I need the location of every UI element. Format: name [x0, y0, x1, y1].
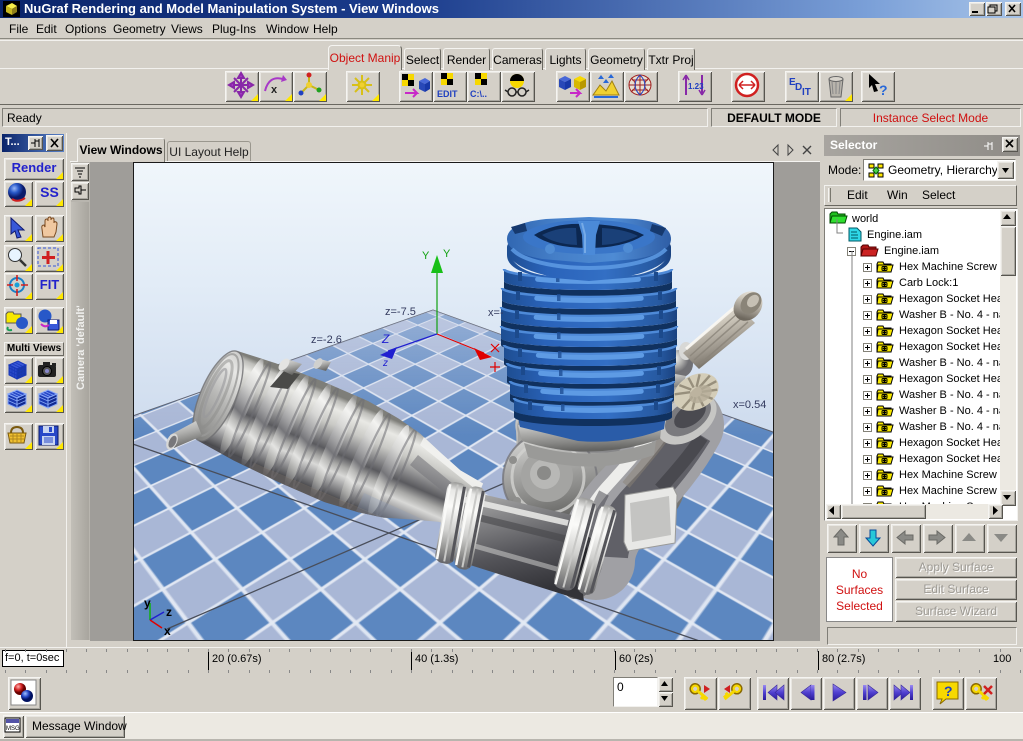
svg-text:?: ? [944, 683, 953, 699]
svg-text:y: y [144, 596, 151, 610]
svg-text:z=-2.6: z=-2.6 [311, 334, 342, 346]
svg-text:z=-7.5: z=-7.5 [385, 306, 416, 318]
svg-text:1.23: 1.23 [688, 82, 704, 91]
svg-text:x=-: x=- [488, 307, 504, 319]
svg-text:x: x [271, 84, 278, 96]
svg-text:x=0.54: x=0.54 [733, 399, 766, 411]
svg-text:z: z [166, 605, 172, 619]
svg-text:Camera 'default': Camera 'default' [75, 305, 87, 390]
svg-text:z: z [382, 358, 388, 369]
svg-text:x: x [164, 624, 171, 638]
svg-text:MSG: MSG [6, 726, 20, 732]
svg-text:C:\..: C:\.. [470, 89, 487, 99]
svg-text:EDIT: EDIT [437, 89, 458, 99]
svg-text:Y: Y [443, 248, 451, 260]
svg-text:IT: IT [802, 87, 811, 98]
svg-text:?: ? [879, 82, 888, 98]
svg-text:Y: Y [422, 250, 430, 262]
svg-text:Z: Z [381, 332, 390, 346]
